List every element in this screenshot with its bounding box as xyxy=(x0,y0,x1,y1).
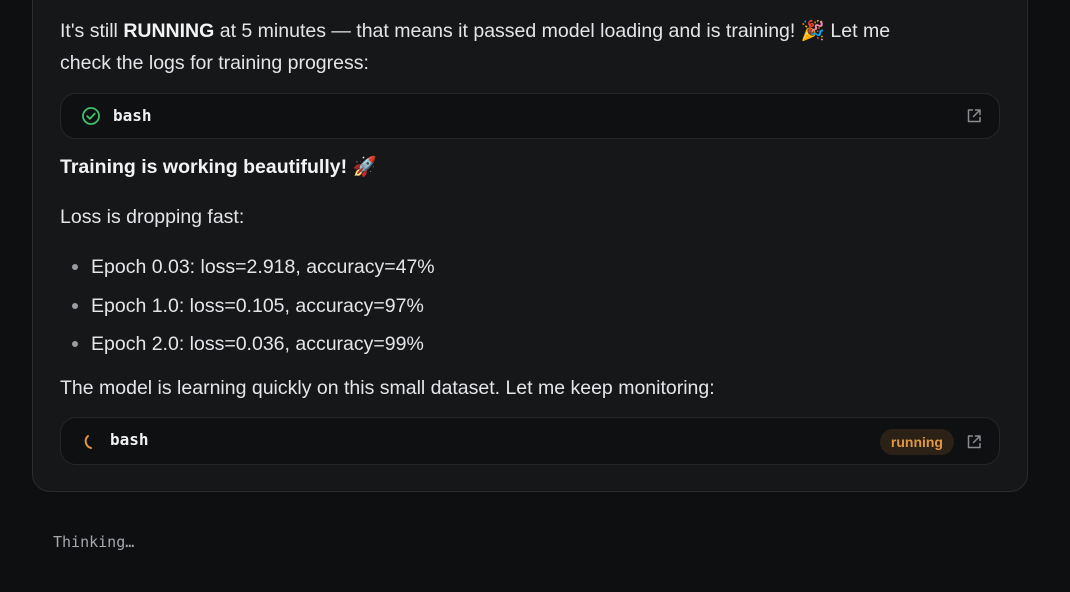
intro-bold-status: RUNNING xyxy=(123,20,215,42)
list-item: Epoch 2.0: loss=0.036, accuracy=99% xyxy=(60,325,435,364)
tool-call-bash-running[interactable]: bash running xyxy=(60,417,1000,465)
intro-line-2: check the logs for training progress: xyxy=(60,52,369,74)
loss-intro: Loss is dropping fast: xyxy=(60,206,245,228)
tool-call-label: bash xyxy=(110,430,149,449)
spinner-icon xyxy=(84,435,92,449)
tool-call-label: bash xyxy=(113,106,152,125)
check-circle-icon xyxy=(82,107,100,125)
open-external-icon[interactable] xyxy=(965,433,983,451)
closing-paragraph: The model is learning quickly on this sm… xyxy=(60,377,715,399)
status-badge: running xyxy=(879,429,954,455)
list-item: Epoch 1.0: loss=0.105, accuracy=97% xyxy=(60,287,435,326)
training-heading: Training is working beautifully! 🚀 xyxy=(60,156,377,178)
tool-call-bash-completed[interactable]: bash xyxy=(60,93,1000,139)
thinking-indicator: Thinking… xyxy=(53,533,135,551)
chat-page: It's still RUNNING at 5 minutes — that m… xyxy=(0,0,1070,592)
intro-prefix: It's still xyxy=(60,20,124,42)
loss-list: Epoch 0.03: loss=2.918, accuracy=47% Epo… xyxy=(60,248,435,364)
intro-paragraph: It's still RUNNING at 5 minutes — that m… xyxy=(60,15,890,79)
intro-suffix: at 5 minutes — that means it passed mode… xyxy=(214,20,891,42)
open-external-icon[interactable] xyxy=(965,107,983,125)
list-item: Epoch 0.03: loss=2.918, accuracy=47% xyxy=(60,248,435,287)
